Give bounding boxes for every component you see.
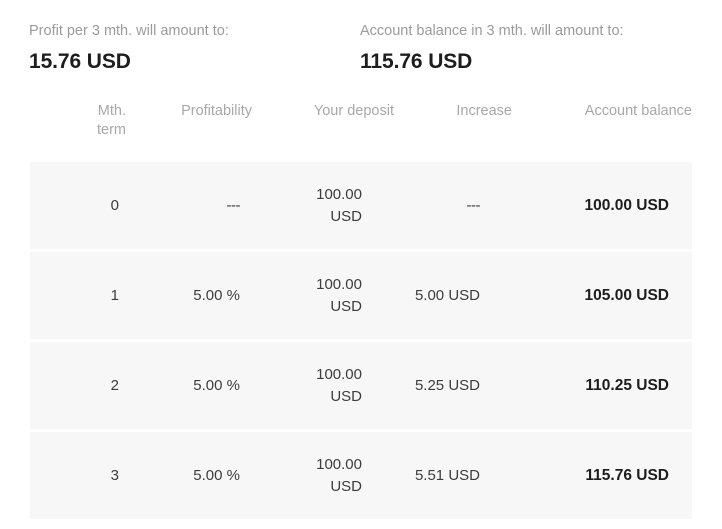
cell-deposit-value: 100.00 USD: [316, 275, 362, 315]
cell-balance: 105.00 USD: [512, 249, 692, 341]
calculation-table: Mth. term Profitability Your deposit Inc…: [30, 102, 692, 519]
profit-summary-value: 15.76 USD: [29, 50, 131, 73]
summary-row: Profit per 3 mth. will amount to: 15.76 …: [0, 0, 722, 75]
cell-profitability: 5.00 %: [126, 249, 252, 341]
column-header-term: Mth. term: [30, 102, 126, 162]
table-header: Mth. term Profitability Your deposit Inc…: [30, 102, 692, 162]
cell-term: 1: [30, 249, 126, 341]
cell-deposit-value: 100.00 USD: [316, 365, 362, 405]
cell-increase: 5.51 USD: [394, 429, 512, 519]
column-header-term-line2: term: [97, 122, 126, 138]
cell-increase: ---: [394, 162, 512, 251]
cell-balance: 110.25 USD: [512, 339, 692, 431]
cell-deposit-value: 100.00 USD: [316, 185, 362, 225]
cell-deposit: 100.00 USD: [252, 429, 394, 519]
cell-profitability: ---: [126, 162, 252, 251]
cell-profitability: 5.00 %: [126, 339, 252, 431]
table-body: 0 --- 100.00 USD --- 100.00 USD 1 5.00 %…: [30, 162, 692, 519]
cell-deposit: 100.00 USD: [252, 162, 394, 251]
cell-deposit-value: 100.00 USD: [316, 455, 362, 495]
profit-summary: Profit per 3 mth. will amount to: 15.76 …: [0, 22, 330, 75]
column-header-increase: Increase: [456, 103, 512, 119]
cell-profitability-value: ---: [226, 196, 241, 214]
column-header-term-line1: Mth.: [97, 103, 126, 119]
calculation-table-wrapper: Mth. term Profitability Your deposit Inc…: [0, 102, 722, 519]
cell-term: 3: [30, 429, 126, 519]
table-header-row: Mth. term Profitability Your deposit Inc…: [30, 102, 692, 162]
cell-increase-value: 5.00 USD: [414, 286, 480, 304]
cell-increase-value: 5.25 USD: [414, 376, 480, 394]
table-row: 0 --- 100.00 USD --- 100.00 USD: [30, 162, 692, 251]
table-row: 1 5.00 % 100.00 USD 5.00 USD 105.00 USD: [30, 249, 692, 341]
cell-increase: 5.00 USD: [394, 249, 512, 341]
cell-balance: 115.76 USD: [512, 429, 692, 519]
cell-deposit: 100.00 USD: [252, 339, 394, 431]
cell-term: 2: [30, 339, 126, 431]
cell-increase: 5.25 USD: [394, 339, 512, 431]
column-header-profitability: Profitability: [181, 103, 252, 119]
column-header-balance: Account balance: [584, 103, 692, 119]
table-row: 2 5.00 % 100.00 USD 5.25 USD 110.25 USD: [30, 339, 692, 431]
profit-summary-label: Profit per 3 mth. will amount to:: [29, 23, 229, 39]
cell-increase-value: 5.51 USD: [414, 466, 480, 484]
cell-term: 0: [110, 196, 119, 214]
balance-summary-value: 115.76 USD: [360, 50, 473, 73]
cell-balance: 100.00 USD: [584, 196, 669, 214]
cell-deposit: 100.00 USD: [252, 249, 394, 341]
column-header-deposit: Your deposit: [313, 103, 394, 119]
cell-increase-value: ---: [466, 196, 481, 214]
balance-summary-label: Account balance in 3 mth. will amount to…: [360, 23, 624, 39]
deposit-calculator-result: Profit per 3 mth. will amount to: 15.76 …: [0, 0, 722, 529]
balance-summary: Account balance in 3 mth. will amount to…: [330, 22, 722, 75]
table-row: 3 5.00 % 100.00 USD 5.51 USD 115.76 USD: [30, 429, 692, 519]
cell-profitability: 5.00 %: [126, 429, 252, 519]
